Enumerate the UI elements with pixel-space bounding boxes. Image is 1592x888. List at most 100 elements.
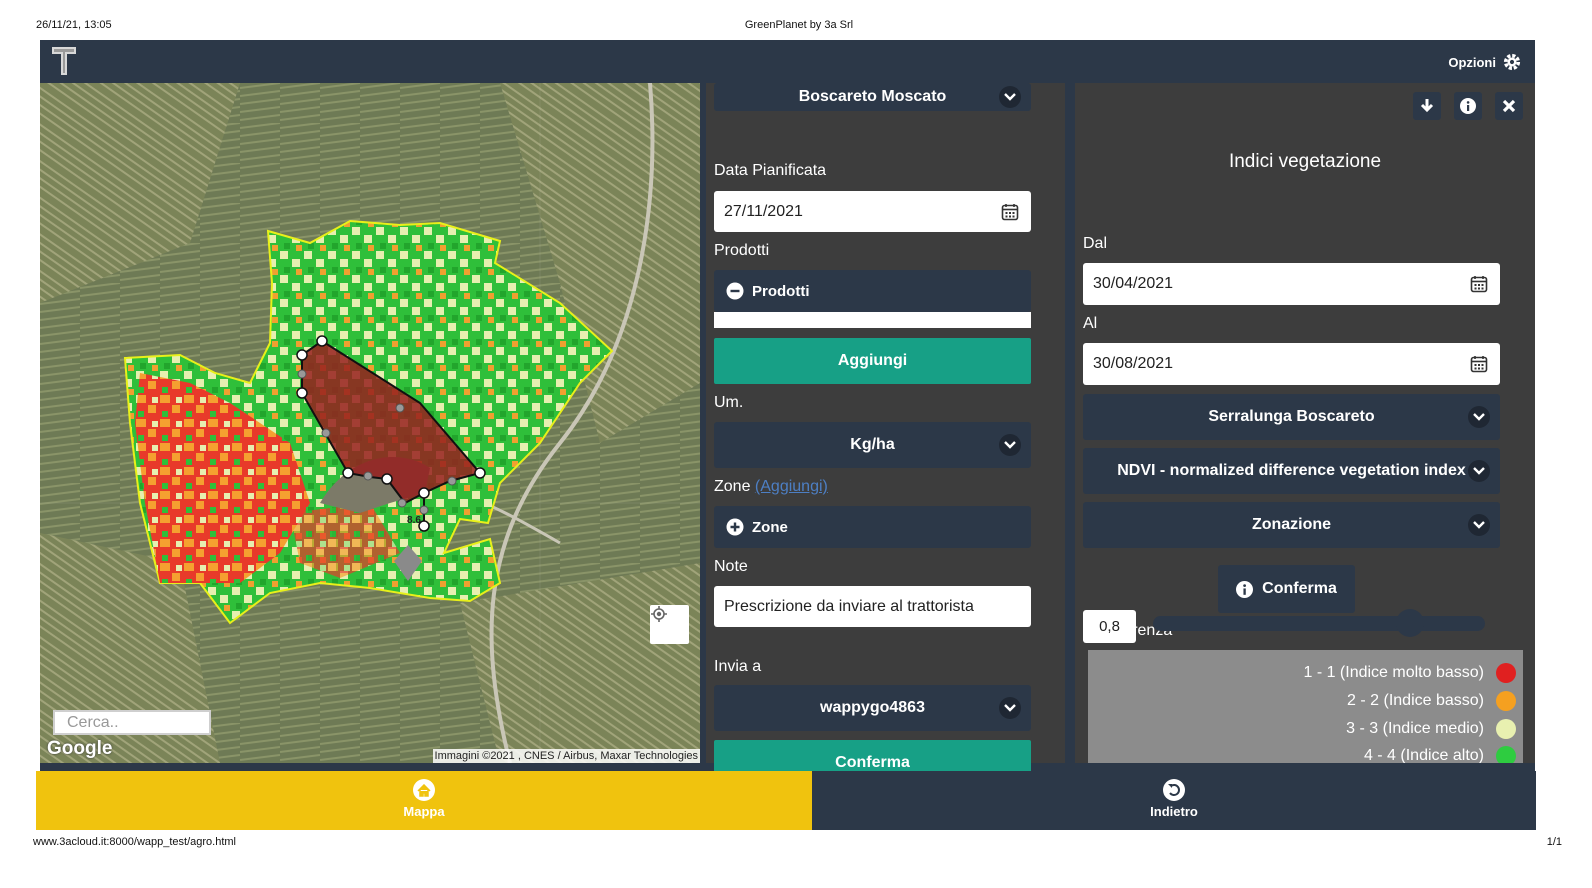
panel-title: Indici vegetazione	[1228, 151, 1382, 172]
home-icon	[413, 779, 435, 801]
print-title: GreenPlanet by 3a Srl	[744, 19, 854, 31]
vegetation-field-select[interactable]: Serralunga Boscareto	[1083, 394, 1500, 440]
print-header: 26/11/21, 13:05 GreenPlanet by 3a Srl	[36, 19, 1562, 33]
products-toggle-label: Prodotti	[752, 282, 810, 300]
vegetation-confirm-button[interactable]: Conferma	[1218, 565, 1355, 613]
nav-map-label: Mappa	[403, 804, 445, 819]
to-date-label: Al	[1083, 315, 1098, 332]
unit-select-value: Kg/ha	[850, 436, 895, 453]
transparency-slider[interactable]	[1153, 616, 1485, 631]
unit-label: Um.	[714, 394, 744, 411]
vegetation-field-value: Serralunga Boscareto	[1208, 408, 1375, 425]
field-select[interactable]: Boscareto Moscato	[714, 83, 1031, 111]
info-icon	[1236, 580, 1254, 598]
index-select[interactable]: NDVI - normalized difference vegetation …	[1083, 448, 1500, 494]
chevron-down-icon	[1468, 514, 1490, 536]
legend-item: 4 - 4 (Indice alto)	[1363, 746, 1516, 763]
add-product-button[interactable]: Aggiungi	[714, 338, 1031, 384]
mode-select[interactable]: Zonazione	[1083, 502, 1500, 548]
to-date-field[interactable]: 30/08/2021	[1083, 343, 1500, 385]
note-field[interactable]: Prescrizione da inviare al trattorista	[714, 586, 1031, 627]
legend-swatch	[1496, 663, 1516, 683]
plus-icon	[726, 518, 744, 536]
zones-label: Zone	[714, 478, 751, 495]
products-toggle[interactable]: Prodotti	[714, 270, 1031, 312]
legend-swatch	[1496, 719, 1516, 739]
app-window: Opzioni 8.6 Cerca.. Google Immagini ©202…	[40, 40, 1535, 830]
note-label: Note	[714, 558, 748, 575]
close-button[interactable]	[1495, 92, 1523, 120]
top-bar: Opzioni	[40, 40, 1535, 83]
send-to-select[interactable]: wappygo4863	[714, 685, 1031, 731]
legend-item-label: 4 - 4 (Indice alto)	[1363, 747, 1484, 763]
map-copyright: Immagini ©2021 , CNES / Airbus, Maxar Te…	[432, 749, 700, 763]
download-button[interactable]	[1413, 92, 1441, 120]
legend-item-label: 1 - 1 (Indice molto basso)	[1303, 664, 1484, 681]
chevron-down-icon	[999, 434, 1021, 456]
chevron-down-icon	[1468, 460, 1490, 482]
legend-swatch	[1496, 746, 1516, 763]
close-icon	[1502, 99, 1516, 113]
download-icon	[1420, 99, 1434, 113]
prescription-panel: Boscareto Moscato Data Pianificata 27/11…	[706, 83, 1065, 786]
calendar-icon[interactable]	[1001, 203, 1019, 221]
planned-date-value: 27/11/2021	[724, 202, 803, 220]
options-button[interactable]: Opzioni	[1448, 53, 1521, 71]
transparency-value[interactable]: 0,8	[1083, 610, 1136, 643]
minus-icon	[726, 282, 744, 300]
info-button[interactable]	[1454, 92, 1482, 120]
nav-tab-back[interactable]: Indietro	[812, 771, 1536, 830]
mode-select-value: Zonazione	[1251, 516, 1332, 533]
legend-item-label: 3 - 3 (Indice medio)	[1346, 720, 1484, 737]
nav-back-label: Indietro	[1150, 804, 1198, 819]
calendar-icon[interactable]	[1470, 275, 1488, 293]
options-label: Opzioni	[1448, 54, 1496, 70]
nav-back-item: Indietro	[812, 779, 1536, 819]
app-logo[interactable]	[52, 47, 76, 75]
zones-toggle[interactable]: Zone	[714, 506, 1031, 548]
note-value: Prescrizione da inviare al trattorista	[724, 597, 974, 615]
map-view[interactable]: 8.6 Cerca.. Google Immagini ©2021 , CNES…	[40, 83, 700, 763]
info-icon	[1460, 98, 1476, 114]
google-logo: Google	[47, 738, 113, 759]
gear-icon	[1503, 53, 1521, 71]
vegetation-panel: Indici vegetazione Dal 30/04/2021 Al 30/…	[1075, 83, 1535, 763]
field-select-value: Boscareto Moscato	[798, 88, 947, 105]
ndvi-legend: 1 - 1 (Indice molto basso) 2 - 2 (Indice…	[1088, 650, 1523, 763]
legend-item: 2 - 2 (Indice basso)	[1347, 691, 1516, 711]
calendar-icon[interactable]	[1470, 355, 1488, 373]
chevron-down-icon	[999, 86, 1021, 108]
legend-item: 3 - 3 (Indice medio)	[1346, 719, 1516, 739]
map-marker-label[interactable]: 8.6	[400, 515, 428, 526]
chevron-down-icon	[1468, 406, 1490, 428]
chevron-down-icon	[999, 697, 1021, 719]
legend-swatch	[1496, 691, 1516, 711]
legend-item-label: 2 - 2 (Indice basso)	[1347, 692, 1484, 709]
transparency-slider-thumb[interactable]	[1396, 609, 1425, 637]
send-to-label: Invia a	[714, 658, 762, 675]
index-select-value: NDVI - normalized difference vegetation …	[1117, 462, 1466, 479]
print-url: www.3acloud.it:8000/wapp_test/agro.html	[33, 836, 237, 848]
products-list	[714, 312, 1031, 328]
zones-toggle-label: Zone	[752, 518, 788, 536]
products-label: Prodotti	[714, 242, 770, 259]
from-date-field[interactable]: 30/04/2021	[1083, 263, 1500, 305]
vegetation-confirm-label: Conferma	[1262, 580, 1337, 597]
from-date-label: Dal	[1083, 235, 1108, 252]
to-date-value: 30/08/2021	[1093, 355, 1174, 372]
nav-tab-map[interactable]: Mappa	[36, 771, 812, 830]
send-to-value: wappygo4863	[820, 699, 925, 716]
crosshair-icon	[651, 606, 667, 622]
from-date-value: 30/04/2021	[1093, 275, 1174, 292]
legend-item: 1 - 1 (Indice molto basso)	[1303, 663, 1516, 683]
print-page-number: 1/1	[1546, 836, 1562, 848]
map-search-input[interactable]: Cerca..	[53, 710, 211, 735]
planned-date-field[interactable]: 27/11/2021	[714, 191, 1031, 232]
add-zone-link[interactable]: (Aggiungi)	[755, 478, 828, 495]
locate-button[interactable]	[650, 605, 689, 644]
nav-map-item: Mappa	[36, 779, 812, 819]
satellite-map[interactable]	[40, 83, 700, 763]
undo-icon	[1163, 779, 1185, 801]
planned-date-label: Data Pianificata	[714, 162, 827, 179]
unit-select[interactable]: Kg/ha	[714, 422, 1031, 468]
